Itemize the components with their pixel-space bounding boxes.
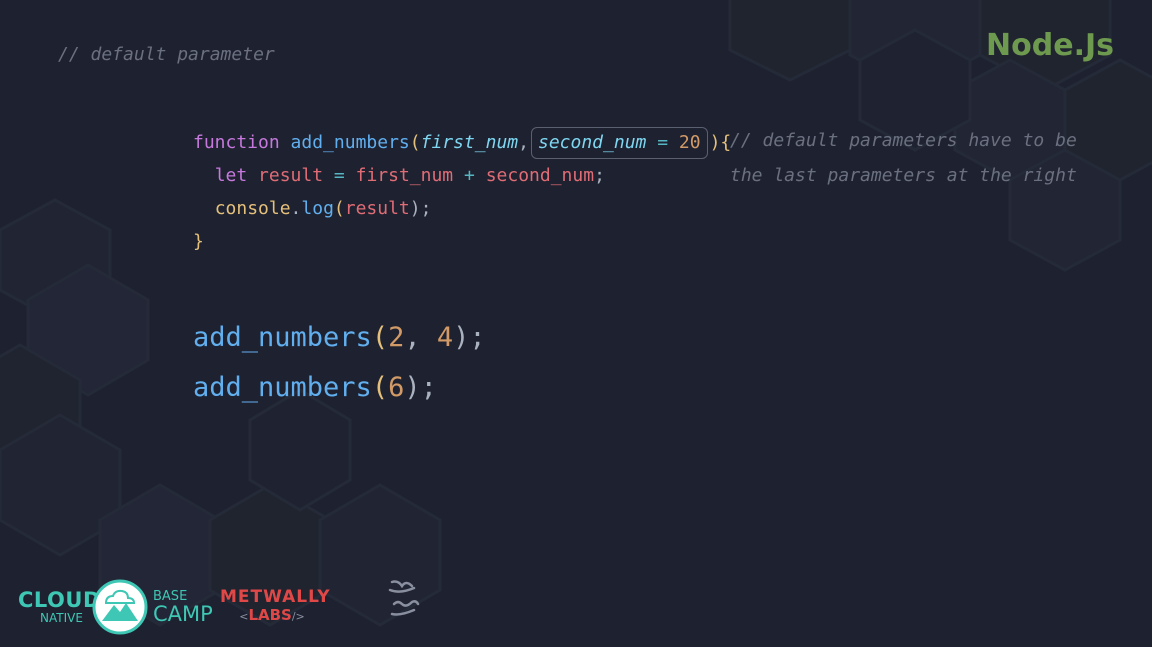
plus: +: [464, 165, 475, 186]
labs-bracket-close: />: [291, 610, 305, 623]
equals: =: [657, 132, 669, 153]
comma: ,: [518, 132, 529, 153]
call-function-name: add_numbers: [193, 322, 372, 353]
function-name: add_numbers: [290, 132, 410, 153]
keyword-let: let: [214, 165, 248, 186]
side-comment: // default parameters have to be the las…: [730, 130, 1077, 186]
labs-text: LABS: [248, 606, 292, 624]
mountain-cloud-icon: [92, 579, 148, 635]
closing-brace: }: [193, 231, 204, 252]
keyword-function: function: [193, 132, 280, 153]
paren-close-brace: ){: [709, 132, 732, 153]
paren-close: );: [404, 372, 437, 403]
paren-close: );: [409, 198, 432, 219]
paren-open: (: [371, 372, 389, 403]
logo-camp-text: CAMP: [153, 602, 213, 626]
param-second-num: second_num: [538, 132, 647, 153]
call-function-name: add_numbers: [193, 372, 372, 403]
arabic-signature: [388, 580, 420, 616]
code-line-3: console.log(result);: [193, 192, 731, 225]
logo-cloud-text: CLOUD: [18, 588, 101, 612]
var-result: result: [258, 165, 324, 186]
highlighted-default-param: second_num = 20: [531, 127, 708, 159]
arg-result: result: [344, 198, 410, 219]
dot: .: [290, 198, 302, 219]
function-calls: add_numbers(2, 4); add_numbers(6);: [193, 313, 486, 413]
log-method: log: [301, 198, 334, 219]
code-line-2: let result = first_num + second_num;: [193, 159, 731, 192]
code-line-4: }: [193, 225, 731, 258]
console-object: console: [214, 198, 291, 219]
var-first-num: first_num: [355, 165, 454, 186]
arg-value: 2: [388, 322, 405, 353]
paren-open: (: [371, 322, 389, 353]
var-second-num: second_num: [485, 165, 595, 186]
brand-title: Node.Js: [986, 28, 1114, 63]
arg-separator: ,: [404, 322, 437, 353]
metwally-labs-logo: METWALLY <LABS/>: [220, 587, 331, 626]
call-line-2: add_numbers(6);: [193, 363, 486, 413]
semicolon: ;: [594, 165, 605, 186]
code-block: function add_numbers(first_num, second_nu…: [193, 126, 731, 258]
equals: =: [333, 165, 345, 186]
header-comment: // default parameter: [58, 44, 275, 65]
paren-close: );: [453, 322, 486, 353]
paren-open: (: [409, 132, 421, 153]
arg-value: 6: [388, 372, 405, 403]
param-first-num: first_num: [420, 132, 519, 153]
logo-native-text: NATIVE: [40, 611, 83, 625]
arg-value: 4: [436, 322, 454, 353]
code-line-1: function add_numbers(first_num, second_nu…: [193, 126, 731, 159]
default-value: 20: [678, 132, 701, 153]
paren-open: (: [333, 198, 345, 219]
metwally-text: METWALLY: [220, 587, 331, 607]
call-line-1: add_numbers(2, 4);: [193, 313, 486, 363]
hexagon-background: [0, 0, 1152, 627]
cloud-native-basecamp-logo: CLOUD NATIVE BASE CAMP: [16, 576, 216, 638]
